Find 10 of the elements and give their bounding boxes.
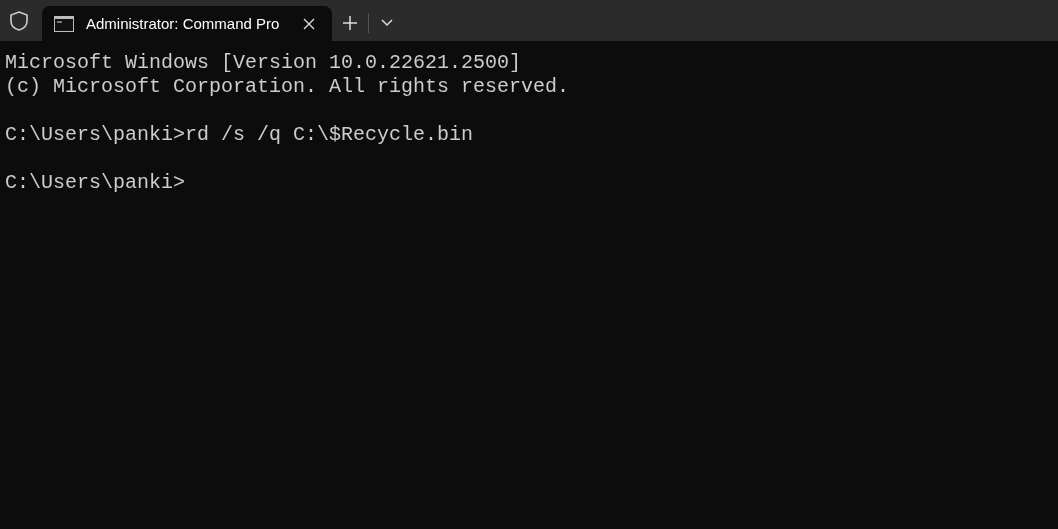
plus-icon[interactable] xyxy=(342,15,358,31)
tab[interactable]: Administrator: Command Pro xyxy=(42,6,332,41)
terminal-line: C:\Users\panki> xyxy=(5,171,186,195)
terminal-line: Microsoft Windows [Version 10.0.22621.2500] xyxy=(5,51,522,75)
terminal-line: (c) Microsoft Corporation. All rights reserved. xyxy=(5,75,570,99)
terminal-icon xyxy=(54,15,74,32)
terminal-line: C:\Users\panki>rd /s /q C:\$Recycle.bin xyxy=(5,123,474,147)
shield-icon xyxy=(8,10,30,32)
chevron-down-icon[interactable] xyxy=(381,19,393,27)
close-icon[interactable] xyxy=(302,16,316,31)
